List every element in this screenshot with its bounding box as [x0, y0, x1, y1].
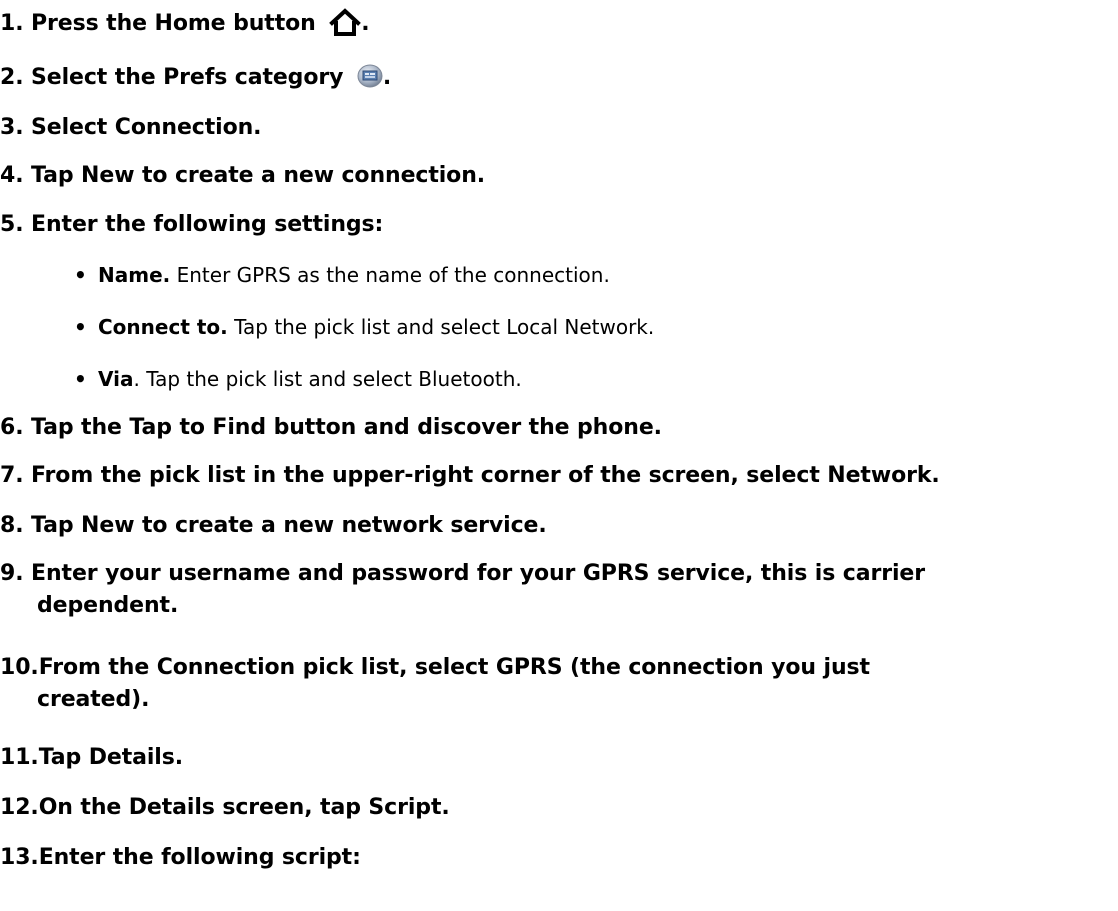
step-text: Enter your username and password for you… [31, 561, 925, 586]
home-icon [329, 8, 362, 46]
setting-connect-to: • Connect to. Tap the pick list and selec… [74, 312, 654, 342]
step-1: 1. Press the Home button . [0, 8, 370, 46]
setting-desc: . Tap the pick list and select Bluetooth… [133, 367, 522, 391]
setting-name: • Name. Enter GPRS as the name of the con… [74, 260, 610, 290]
step-text: Select Connection. [31, 115, 262, 140]
setting-term: Via [98, 367, 134, 391]
step-10: 10.From the Connection pick list, select… [0, 652, 870, 716]
step-text: Enter the following script: [38, 845, 361, 870]
setting-desc: Tap the pick list and select Local Netwo… [227, 315, 655, 339]
step-number: 13. [0, 845, 39, 870]
step-2: 2. Select the Prefs category . [0, 62, 391, 98]
step-number: 8. [0, 513, 24, 538]
step-7: 7. From the pick list in the upper-right… [0, 460, 940, 492]
step-number: 9. [0, 561, 24, 586]
step-text-continued: dependent. [37, 593, 179, 618]
instruction-page: 1. Press the Home button . 2. Select the… [0, 0, 1118, 911]
step-text: Tap New to create a new connection. [31, 163, 486, 188]
step-text: From the pick list in the upper-right co… [31, 463, 940, 488]
step-number: 7. [0, 463, 24, 488]
step-9: 9. Enter your username and password for … [0, 558, 925, 622]
step-text: Select the Prefs category [31, 65, 344, 90]
step-punct: . [382, 65, 392, 90]
step-punct: . [361, 11, 370, 36]
step-12: 12.On the Details screen, tap Script. [0, 792, 450, 824]
step-text: Press the Home button [31, 11, 316, 36]
step-text: Tap Details. [38, 745, 183, 770]
setting-via: • Via. Tap the pick list and select Bluet… [74, 364, 522, 394]
step-5: 5. Enter the following settings: [0, 209, 383, 241]
setting-term: Name. [98, 263, 171, 287]
step-text: On the Details screen, tap Script. [38, 795, 450, 820]
step-number: 2. [0, 65, 24, 90]
step-number: 3. [0, 115, 24, 140]
step-text-continued: created). [37, 687, 150, 712]
step-4: 4. Tap New to create a new connection. [0, 160, 485, 192]
step-number: 10. [0, 655, 39, 680]
step-text: Tap New to create a new network service. [31, 513, 547, 538]
step-8: 8. Tap New to create a new network servi… [0, 510, 547, 542]
step-text: Tap the Tap to Find button and discover … [31, 415, 662, 440]
setting-desc: Enter GPRS as the name of the connection… [170, 263, 610, 287]
step-number: 4. [0, 163, 24, 188]
step-number: 5. [0, 212, 24, 237]
step-text: Enter the following settings: [31, 212, 384, 237]
step-number: 12. [0, 795, 39, 820]
prefs-category-icon [357, 64, 383, 98]
step-number: 1. [0, 11, 24, 36]
step-6: 6. Tap the Tap to Find button and discov… [0, 412, 662, 444]
step-13: 13.Enter the following script: [0, 842, 361, 874]
step-text: From the Connection pick list, select GP… [38, 655, 870, 680]
setting-term: Connect to. [98, 315, 228, 339]
step-3: 3. Select Connection. [0, 112, 262, 144]
bullet-dot: • [74, 367, 87, 391]
bullet-dot: • [74, 315, 87, 339]
bullet-dot: • [74, 263, 87, 287]
step-11: 11.Tap Details. [0, 742, 183, 774]
step-number: 6. [0, 415, 24, 440]
step-number: 11. [0, 745, 39, 770]
